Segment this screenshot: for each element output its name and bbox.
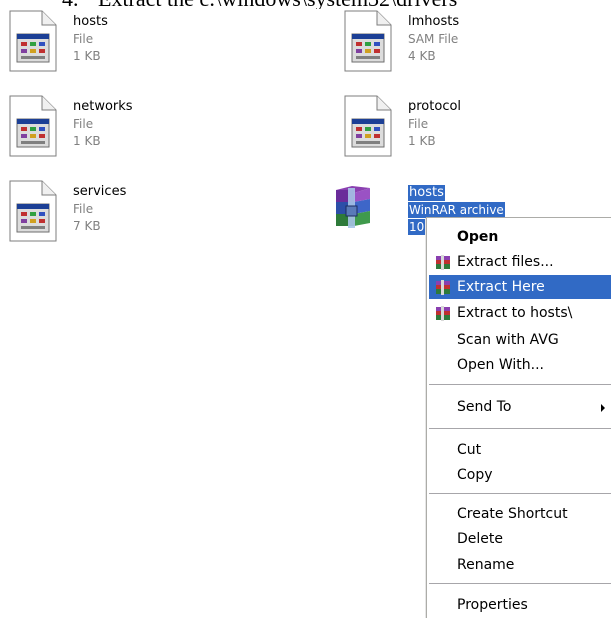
file-size: 1 KB	[73, 134, 101, 148]
menu-item-open[interactable]: Open	[429, 225, 611, 249]
file-item-protocol[interactable]: protocol File 1 KB	[343, 95, 573, 161]
menu-item-extract-here[interactable]: Extract Here	[429, 275, 611, 299]
menu-item-create-shortcut[interactable]: Create Shortcut	[429, 502, 611, 526]
menu-item-label: Cut	[457, 442, 482, 458]
winrar-archive-icon	[330, 184, 390, 236]
menu-item-delete[interactable]: Delete	[429, 527, 611, 551]
menu-separator	[429, 384, 611, 385]
step-text: Extract the c:\windows\system32\drivers	[98, 0, 457, 9]
file-name: services	[73, 184, 127, 199]
file-type: WinRAR archive	[408, 202, 505, 218]
file-size: 1 KB	[408, 134, 436, 148]
menu-item-label: Copy	[457, 467, 493, 483]
menu-item-label: Delete	[457, 531, 503, 547]
menu-item-properties[interactable]: Properties	[429, 593, 611, 617]
file-size: 1 KB	[73, 49, 101, 63]
menu-item-label: Open	[457, 229, 499, 245]
file-type: File	[73, 202, 94, 216]
menu-item-label: Rename	[457, 557, 515, 573]
file-item-networks[interactable]: networks File 1 KB	[8, 95, 238, 161]
menu-item-open-with[interactable]: Open With...	[429, 353, 611, 377]
file-type: File	[73, 32, 94, 46]
file-name: networks	[73, 99, 133, 114]
menu-separator	[429, 583, 611, 584]
text-file-icon	[343, 10, 393, 72]
file-name: lmhosts	[408, 14, 460, 29]
context-menu: Open Extract files... Extract Here Extra…	[426, 217, 611, 618]
text-file-icon	[343, 95, 393, 157]
file-name: protocol	[408, 99, 462, 114]
menu-item-extract-files[interactable]: Extract files...	[429, 250, 611, 274]
file-size: 7 KB	[73, 219, 101, 233]
menu-item-label: Properties	[457, 597, 528, 613]
menu-separator	[429, 493, 611, 494]
winrar-icon	[435, 306, 451, 321]
winrar-icon	[435, 255, 451, 270]
file-item-hosts[interactable]: hosts File 1 KB	[8, 10, 238, 76]
file-type: SAM File	[408, 32, 459, 46]
instruction-text: 4. Extract the c:\windows\system32\drive…	[0, 0, 611, 9]
file-item-services[interactable]: services File 7 KB	[8, 180, 238, 246]
file-name: hosts	[408, 185, 445, 201]
text-file-icon	[8, 180, 58, 242]
menu-item-send-to[interactable]: Send To	[429, 395, 611, 419]
menu-item-label: Extract Here	[457, 279, 545, 295]
menu-item-label: Send To	[457, 399, 512, 415]
winrar-icon	[435, 280, 451, 295]
menu-item-rename[interactable]: Rename	[429, 553, 611, 577]
file-type: File	[408, 117, 429, 131]
menu-item-scan-with-avg[interactable]: Scan with AVG	[429, 328, 611, 352]
menu-item-label: Scan with AVG	[457, 332, 559, 348]
menu-item-label: Extract files...	[457, 254, 554, 270]
step-number: 4.	[62, 0, 79, 9]
file-name: hosts	[73, 14, 108, 29]
text-file-icon	[8, 10, 58, 72]
menu-item-label: Extract to hosts\	[457, 305, 573, 321]
file-size: 10	[408, 219, 426, 235]
file-size: 4 KB	[408, 49, 436, 63]
menu-item-label: Create Shortcut	[457, 506, 568, 522]
menu-separator	[429, 428, 611, 429]
menu-item-cut[interactable]: Cut	[429, 438, 611, 462]
menu-item-label: Open With...	[457, 357, 544, 373]
menu-item-extract-to-hosts[interactable]: Extract to hosts\	[429, 301, 611, 325]
text-file-icon	[8, 95, 58, 157]
file-item-lmhosts[interactable]: lmhosts SAM File 4 KB	[343, 10, 573, 76]
file-type: File	[73, 117, 94, 131]
submenu-arrow-icon	[601, 404, 605, 412]
menu-item-copy[interactable]: Copy	[429, 463, 611, 487]
